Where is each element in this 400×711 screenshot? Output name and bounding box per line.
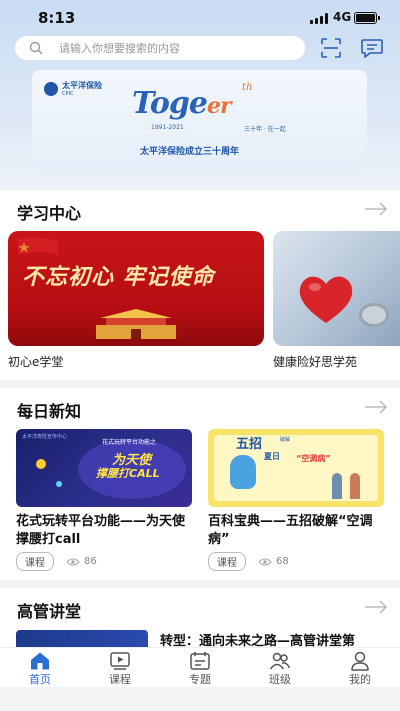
section-title: 学习中心 — [17, 204, 82, 223]
person-icon — [350, 473, 360, 499]
tab-courses[interactable]: 课程 — [80, 648, 160, 687]
bottom-tab-bar: 首页 课程 专题 班级 我的 — [0, 647, 400, 687]
section-title: 每日新知 — [17, 402, 82, 421]
search-placeholder: 请输入你想要搜索的内容 — [59, 42, 180, 55]
news-meta: 课程 68 — [208, 552, 289, 571]
course-card[interactable]: 不忘初心 牢记使命 — [8, 231, 264, 346]
mascot-icon — [230, 455, 256, 489]
executive-lecture-section: 高管讲堂 转型：通向未来之路—高管讲堂第 — [0, 588, 400, 649]
thumb-line: 破解 — [280, 437, 291, 443]
tab-label: 首页 — [29, 673, 51, 686]
tab-label: 班级 — [269, 673, 291, 686]
thumb-line: “空调病” — [296, 454, 331, 463]
banner-anniversary: 太平洋保险成立三十周年 — [140, 147, 240, 157]
arrow-right-icon[interactable] — [364, 400, 388, 414]
banner-years: 1991-2021 — [151, 124, 184, 131]
topic-icon — [190, 652, 210, 670]
eye-icon — [258, 557, 272, 566]
home-icon — [31, 652, 49, 670]
banner-wordmark: Togeer — [132, 86, 232, 121]
thumb-line: 花式玩转平台功能之 — [102, 439, 157, 446]
search-input[interactable]: 请输入你想要搜索的内容 — [15, 36, 305, 60]
search-icon — [29, 41, 43, 55]
flag-decoration-icon — [18, 237, 58, 255]
stethoscope-icon — [359, 303, 389, 327]
news-thumbnail[interactable]: 太平洋寿险宣传中心 花式玩转平台功能之 为天使 撑腰打CALL — [16, 429, 192, 507]
thumb-line: 夏日 — [264, 452, 280, 461]
tiananmen-icon — [96, 309, 176, 339]
dot-decoration — [56, 481, 62, 487]
tab-home[interactable]: 首页 — [0, 648, 80, 687]
news-meta: 课程 86 — [16, 552, 97, 571]
brand-logo: 太平洋保险 CPIC — [44, 80, 102, 97]
profile-icon — [351, 651, 369, 671]
signal-icon — [310, 13, 328, 24]
battery-icon — [354, 12, 380, 24]
eye-icon — [66, 557, 80, 566]
brand-name-en: CPIC — [62, 91, 74, 97]
section-title: 高管讲堂 — [17, 602, 82, 621]
message-icon[interactable] — [360, 37, 384, 59]
arrow-right-icon[interactable] — [364, 600, 388, 614]
study-center-section: 学习中心 不忘初心 牢记使命 初心e学堂 健康险好思学苑 — [0, 190, 400, 380]
view-count: 86 — [84, 556, 97, 567]
lecture-thumbnail[interactable] — [16, 630, 148, 648]
news-title[interactable]: 花式玩转平台功能——为天使撑腰打call — [16, 513, 192, 549]
news-title[interactable]: 百科宝典——五招破解“空调病” — [208, 513, 384, 549]
logo-mark-icon — [44, 81, 58, 96]
tab-profile[interactable]: 我的 — [320, 648, 400, 687]
promo-banner[interactable]: 太平洋保险 CPIC Togeer th 1991-2021 三十年 · 在一起… — [32, 70, 367, 171]
course-art-text: 不忘初心 牢记使命 — [22, 264, 215, 290]
status-bar: 8:13 4G — [0, 0, 400, 34]
tab-label: 我的 — [349, 673, 371, 686]
video-icon — [110, 652, 130, 670]
heart-icon — [299, 276, 353, 323]
course-tag: 课程 — [208, 552, 246, 571]
thumb-line: 撑腰打CALL — [96, 467, 160, 480]
home-indicator-area — [0, 687, 400, 711]
course-label[interactable]: 健康险好思学苑 — [273, 353, 357, 370]
banner-wordmark-th: th — [242, 82, 253, 93]
status-time: 8:13 — [38, 9, 76, 27]
tab-label: 课程 — [109, 673, 131, 686]
course-card[interactable] — [273, 231, 400, 346]
thumb-line: 五招 — [236, 437, 263, 452]
network-type: 4G — [333, 10, 352, 24]
news-thumbnail[interactable]: 五招 破解 夏日 “空调病” — [208, 429, 384, 507]
dot-decoration — [36, 459, 46, 469]
thumb-brand: 太平洋寿险宣传中心 — [22, 434, 68, 440]
tab-classes[interactable]: 班级 — [240, 648, 320, 687]
brand-name: 太平洋保险 — [62, 81, 102, 90]
course-tag: 课程 — [16, 552, 54, 571]
person-icon — [332, 473, 342, 499]
banner-motto: 三十年 · 在一起 — [244, 126, 286, 133]
course-label[interactable]: 初心e学堂 — [8, 353, 63, 370]
daily-knowledge-section: 每日新知 太平洋寿险宣传中心 花式玩转平台功能之 为天使 撑腰打CALL 五招 … — [0, 388, 400, 580]
scan-icon[interactable] — [320, 37, 342, 59]
tab-label: 专题 — [189, 673, 211, 686]
tab-topics[interactable]: 专题 — [160, 648, 240, 687]
arrow-right-icon[interactable] — [364, 202, 388, 216]
view-count: 68 — [276, 556, 289, 567]
class-icon — [269, 652, 291, 670]
